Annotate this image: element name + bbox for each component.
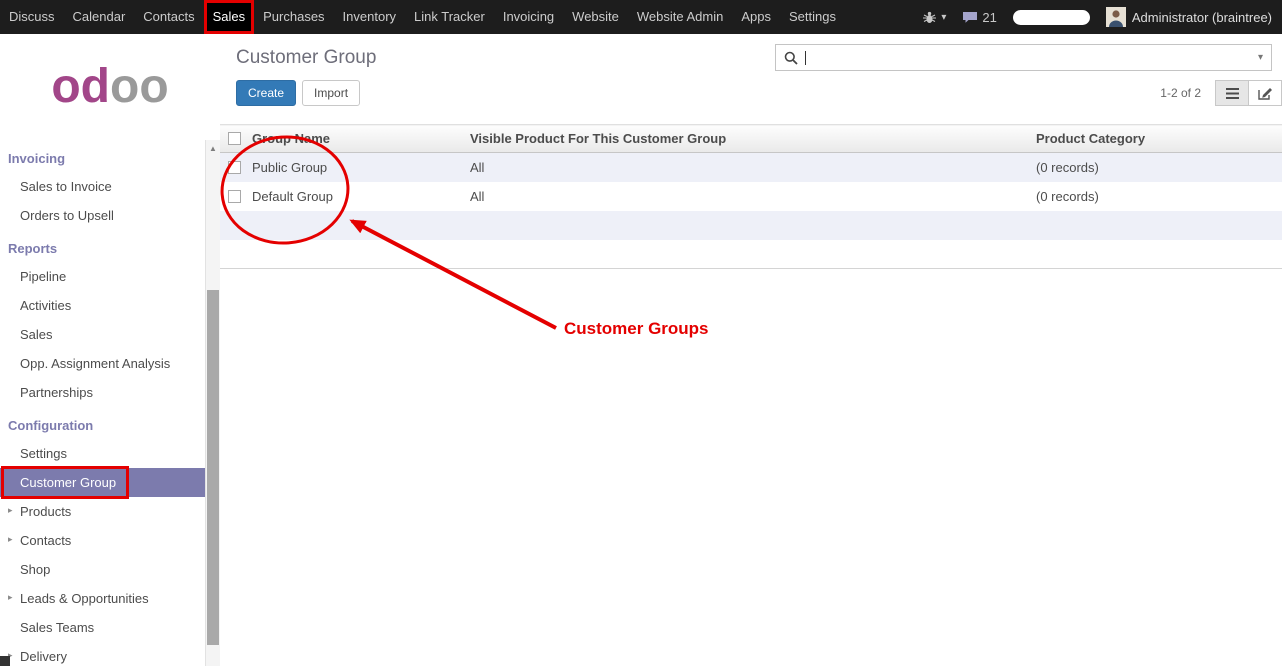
import-button[interactable]: Import — [302, 80, 360, 106]
control-panel-buttons: Create Import 1-2 of 2 — [236, 80, 1282, 106]
nav-settings[interactable]: Settings — [780, 0, 845, 34]
odoo-logo: odoo — [0, 34, 220, 140]
sidebar-item-settings[interactable]: Settings — [0, 439, 205, 468]
sidebar-item-label: Customer Group — [20, 475, 116, 490]
search-icon — [784, 51, 798, 65]
sidebar: odoo Invoicing Sales to Invoice Orders t… — [0, 34, 220, 666]
page-title: Customer Group — [236, 47, 376, 69]
nav-website[interactable]: Website — [563, 0, 628, 34]
sidebar-item-customer-group[interactable]: Customer Group — [0, 468, 205, 497]
nav-sales[interactable]: Sales — [204, 0, 255, 34]
cell-product-category[interactable]: (0 records) — [1030, 182, 1282, 211]
sidebar-item-sales-to-invoice[interactable]: Sales to Invoice — [0, 172, 205, 201]
text-cursor — [805, 51, 806, 65]
logo-text: odoo — [51, 63, 168, 111]
avatar[interactable] — [1106, 7, 1126, 27]
debug-menu[interactable]: ▾ — [914, 11, 954, 24]
sidebar-item-label: Delivery — [20, 649, 67, 664]
scrollbar-thumb[interactable] — [207, 290, 219, 645]
cell-group-name[interactable]: Public Group — [246, 153, 464, 182]
form-view-button[interactable] — [1248, 80, 1282, 106]
pager-range: 1-2 of 2 — [1160, 86, 1201, 100]
nav-link-tracker[interactable]: Link Tracker — [405, 0, 494, 34]
expand-triangle-icon: ▸ — [8, 592, 13, 603]
row-checkbox[interactable] — [228, 190, 241, 203]
view-switcher — [1215, 80, 1282, 106]
nav-invoicing[interactable]: Invoicing — [494, 0, 563, 34]
logo-part-gray: oo — [110, 60, 169, 113]
edit-icon — [1258, 87, 1273, 100]
sidebar-item-label: Leads & Opportunities — [20, 591, 149, 606]
table-row-default-group[interactable]: Default Group All (0 records) — [220, 182, 1282, 211]
cell-product-category[interactable]: (0 records) — [1030, 153, 1282, 182]
user-photo-icon — [1106, 7, 1126, 27]
cell-visible-product[interactable]: All — [464, 182, 1030, 211]
table-row-public-group[interactable]: Public Group All (0 records) — [220, 153, 1282, 182]
nav-inventory[interactable]: Inventory — [334, 0, 405, 34]
messages-menu[interactable]: 21 — [954, 10, 1004, 25]
user-menu[interactable]: Administrator (braintree) — [1132, 10, 1272, 25]
pager: 1-2 of 2 — [1160, 80, 1282, 106]
sidebar-item-products[interactable]: ▸ Products — [0, 497, 205, 526]
nav-contacts[interactable]: Contacts — [134, 0, 203, 34]
customer-group-table: Group Name Visible Product For This Cust… — [220, 124, 1282, 269]
filler-row — [220, 211, 1282, 240]
sidebar-item-opp-assignment-analysis[interactable]: Opp. Assignment Analysis — [0, 349, 205, 378]
sidebar-menu: Invoicing Sales to Invoice Orders to Ups… — [0, 140, 220, 671]
sidebar-item-label: Products — [20, 504, 71, 519]
sidebar-item-orders-to-upsell[interactable]: Orders to Upsell — [0, 201, 205, 230]
row-checkbox[interactable] — [228, 161, 241, 174]
list-view-button[interactable] — [1215, 80, 1249, 106]
select-all-checkbox[interactable] — [228, 132, 241, 145]
search-options-caret-icon[interactable]: ▾ — [1258, 52, 1263, 63]
filler-row — [220, 240, 1282, 269]
sidebar-item-sales[interactable]: Sales — [0, 320, 205, 349]
sidebar-item-contacts[interactable]: ▸ Contacts — [0, 526, 205, 555]
systray: ▾ 21 Administrator (braintree) — [914, 0, 1282, 34]
main-content: Customer Group ▾ Create Import 1-2 of 2 — [220, 34, 1282, 666]
nav-apps[interactable]: Apps — [732, 0, 780, 34]
nav-purchases[interactable]: Purchases — [254, 0, 333, 34]
sidebar-item-sales-teams[interactable]: Sales Teams — [0, 613, 205, 642]
nav-website-admin[interactable]: Website Admin — [628, 0, 732, 34]
table-header-row: Group Name Visible Product For This Cust… — [220, 125, 1282, 153]
nav-calendar[interactable]: Calendar — [64, 0, 135, 34]
annotation-label: Customer Groups — [564, 319, 709, 339]
nav-discuss[interactable]: Discuss — [0, 0, 64, 34]
section-invoicing: Invoicing — [0, 140, 205, 172]
messages-count: 21 — [982, 10, 996, 25]
chat-icon — [962, 11, 978, 24]
scroll-up-icon[interactable]: ▲ — [206, 140, 220, 153]
expand-triangle-icon: ▸ — [8, 505, 13, 516]
section-reports: Reports — [0, 230, 205, 262]
status-pill — [1013, 10, 1090, 25]
sidebar-item-pipeline[interactable]: Pipeline — [0, 262, 205, 291]
logo-part-magenta: od — [51, 60, 110, 113]
sidebar-item-leads-opportunities[interactable]: ▸ Leads & Opportunities — [0, 584, 205, 613]
expand-triangle-icon: ▸ — [8, 534, 13, 545]
sidebar-item-shop[interactable]: Shop — [0, 555, 205, 584]
sidebar-scrollbar: ▲ — [205, 140, 220, 666]
sidebar-item-delivery[interactable]: ▸ Delivery — [0, 642, 205, 671]
sidebar-item-partnerships[interactable]: Partnerships — [0, 378, 205, 407]
list-view: Group Name Visible Product For This Cust… — [220, 124, 1282, 269]
sidebar-item-label: Contacts — [20, 533, 71, 548]
create-button[interactable]: Create — [236, 80, 296, 106]
section-configuration: Configuration — [0, 407, 205, 439]
search-input[interactable]: ▾ — [775, 44, 1272, 71]
cell-group-name[interactable]: Default Group — [246, 182, 464, 211]
sidebar-item-activities[interactable]: Activities — [0, 291, 205, 320]
cell-visible-product[interactable]: All — [464, 153, 1030, 182]
column-header-product-category[interactable]: Product Category — [1030, 125, 1282, 153]
scroll-corner — [0, 656, 10, 666]
column-header-group-name[interactable]: Group Name — [246, 125, 464, 153]
column-header-visible-product[interactable]: Visible Product For This Customer Group — [464, 125, 1030, 153]
bug-icon — [922, 11, 937, 24]
list-icon — [1226, 88, 1239, 99]
top-navbar: Discuss Calendar Contacts Sales Purchase… — [0, 0, 1282, 34]
chevron-down-icon: ▾ — [941, 12, 946, 23]
